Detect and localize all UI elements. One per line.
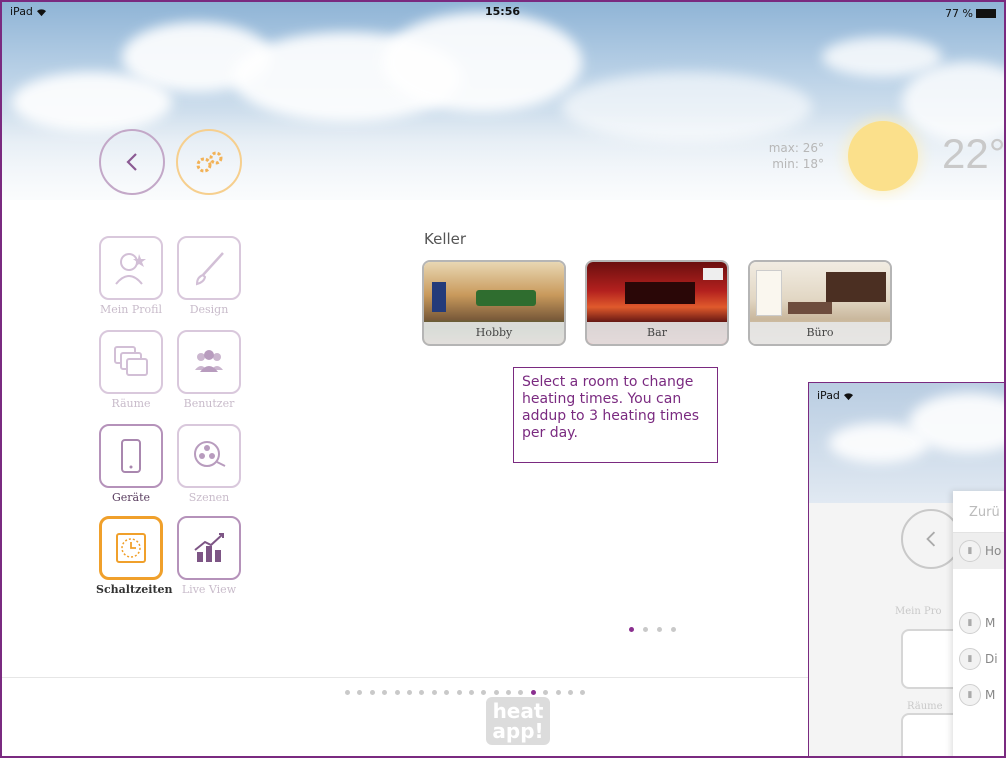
menu-label: Räume — [111, 397, 151, 410]
room-pager[interactable] — [629, 627, 676, 632]
chart-icon — [194, 533, 224, 562]
room-label: Büro — [750, 322, 890, 344]
pager-dot[interactable] — [419, 690, 425, 695]
pager-dot[interactable] — [431, 690, 437, 695]
inset-menu-label: Räume — [907, 701, 943, 712]
room-label: Hobby — [424, 322, 564, 344]
users-icon — [195, 350, 223, 372]
menu-benutzer[interactable]: Benutzer — [174, 330, 244, 410]
pager-dot[interactable] — [629, 627, 634, 632]
pager-dot[interactable] — [530, 690, 536, 695]
settings-button[interactable] — [176, 129, 242, 195]
device-icon — [121, 439, 141, 473]
temperature-range: max: 26° min: 18° — [762, 140, 824, 172]
brush-icon — [195, 252, 224, 286]
pager-dot[interactable] — [568, 690, 574, 695]
pager-dot[interactable] — [382, 690, 388, 695]
room-label: Bar — [587, 322, 727, 344]
chevron-left-icon — [926, 531, 936, 547]
pager-dot[interactable] — [493, 690, 499, 695]
inset-row[interactable]: ▮ Di — [953, 641, 1004, 677]
menu-raeume[interactable]: Räume — [96, 330, 166, 410]
device-icon: ▮ — [959, 540, 981, 562]
inset-row[interactable]: ▮ M — [953, 605, 1004, 641]
heatapp-logo: heat app! — [486, 697, 550, 745]
wifi-icon — [844, 392, 854, 400]
room-card-buero[interactable]: Büro — [748, 260, 892, 346]
menu-design[interactable]: Design — [174, 236, 244, 316]
menu-live-view[interactable]: Live View — [174, 516, 244, 596]
floor-title: Keller — [424, 230, 467, 248]
pager-dot[interactable] — [369, 690, 375, 695]
inset-back-button[interactable] — [901, 509, 961, 569]
device-icon: ▮ — [959, 648, 981, 670]
sun-icon — [848, 121, 918, 191]
pager-dot[interactable] — [643, 627, 648, 632]
page-pager[interactable] — [345, 690, 586, 695]
inset-row[interactable]: ▮ M — [953, 677, 1004, 713]
menu-label: Benutzer — [183, 397, 235, 410]
menu-label: Geräte — [111, 491, 151, 504]
menu-mein-profil[interactable]: Mein Profil — [96, 236, 166, 316]
pager-dot[interactable] — [468, 690, 474, 695]
battery-icon — [976, 8, 996, 18]
inset-panel: Zurü ▮ Ho ▮ M ▮ Di ▮ M — [953, 491, 1004, 756]
inset-screenshot: iPad Mein Pro Räume Zurü ▮ Ho ▮ M ▮ Di ▮ M — [808, 382, 1004, 756]
gears-icon — [196, 151, 223, 173]
pager-dot[interactable] — [518, 690, 524, 695]
pager-dot[interactable] — [394, 690, 400, 695]
menu-label: Schaltzeiten — [96, 583, 173, 596]
inset-menu-tile[interactable] — [901, 713, 961, 756]
menu-schaltzeiten[interactable]: Schaltzeiten — [96, 516, 173, 596]
menu-label: Szenen — [188, 491, 230, 504]
device-icon: ▮ — [959, 684, 981, 706]
inset-menu-tile[interactable] — [901, 629, 961, 689]
menu-szenen[interactable]: Szenen — [174, 424, 244, 504]
pager-dot[interactable] — [671, 627, 676, 632]
room-card-bar[interactable]: Bar — [585, 260, 729, 346]
profile-star-icon — [115, 253, 146, 285]
wifi-icon — [37, 8, 47, 16]
menu-geraete[interactable]: Geräte — [96, 424, 166, 504]
help-tooltip: Select a room to change heating times. Y… — [513, 367, 718, 463]
film-reel-icon — [194, 441, 226, 467]
status-time: 15:56 — [485, 5, 521, 18]
menu-label: Design — [189, 303, 229, 316]
max-temperature: max: 26° — [768, 141, 824, 155]
pager-dot[interactable] — [406, 690, 412, 695]
status-battery: 77 % — [945, 5, 996, 21]
menu-label: Live View — [181, 583, 237, 596]
inset-status: iPad — [817, 389, 854, 402]
chevron-left-icon — [126, 153, 137, 171]
min-temperature: min: 18° — [772, 157, 824, 171]
inset-row[interactable]: ▮ Ho — [953, 533, 1004, 569]
pager-dot[interactable] — [657, 627, 662, 632]
pager-dot[interactable] — [345, 690, 350, 695]
menu-label: Mein Profil — [99, 303, 162, 316]
current-temperature: 22° — [942, 130, 1006, 177]
pager-dot[interactable] — [506, 690, 512, 695]
rooms-icon — [114, 346, 148, 376]
pager-dot[interactable] — [456, 690, 462, 695]
clock-icon — [116, 533, 146, 563]
pager-dot[interactable] — [481, 690, 487, 695]
app-frame: iPad 15:56 77 % max: 26° min: 18° 22° Me… — [0, 0, 1006, 758]
back-button[interactable] — [99, 129, 165, 195]
pager-dot[interactable] — [543, 690, 549, 695]
inset-panel-title: Zurü — [953, 491, 1004, 533]
pager-dot[interactable] — [444, 690, 450, 695]
pager-dot[interactable] — [357, 690, 363, 695]
device-icon: ▮ — [959, 612, 981, 634]
inset-menu-label: Mein Pro — [895, 606, 942, 617]
pager-dot[interactable] — [555, 690, 561, 695]
pager-dot[interactable] — [580, 690, 586, 695]
status-device: iPad — [10, 5, 47, 21]
room-card-hobby[interactable]: Hobby — [422, 260, 566, 346]
